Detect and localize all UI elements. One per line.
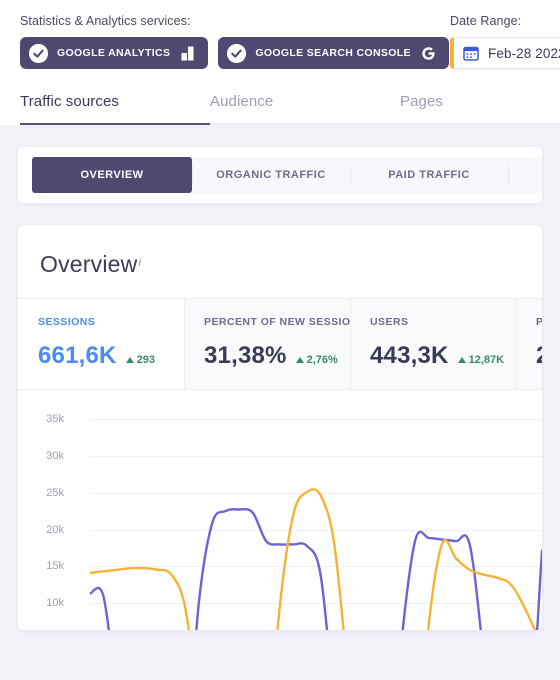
overview-section: Overviewi SESSIONS 661,6K 293 PERCENT OF… xyxy=(0,203,560,630)
page-title: Overview xyxy=(40,251,138,277)
date-range-value: Feb-28 2022 xyxy=(488,45,560,61)
subtab-referral-traffic[interactable]: REF xyxy=(508,157,542,193)
trend-up-icon xyxy=(457,357,466,363)
kpi-value-row: 443,3K 12,87K xyxy=(370,342,516,370)
y-axis-tick-label: 30k xyxy=(46,449,64,462)
kpi-percent-of-new-sessions[interactable]: PERCENT OF NEW SESSIONS 31,38% 2,76% xyxy=(184,299,350,389)
kpi-strip: SESSIONS 661,6K 293 PERCENT OF NEW SESSI… xyxy=(18,298,542,390)
y-axis-tick-label: 25k xyxy=(46,486,64,499)
kpi-sessions[interactable]: SESSIONS 661,6K 293 xyxy=(18,299,184,389)
subtab-organic-traffic[interactable]: ORGANIC TRAFFIC xyxy=(192,157,350,193)
info-icon[interactable]: i xyxy=(138,257,140,269)
overview-card: Overviewi SESSIONS 661,6K 293 PERCENT OF… xyxy=(18,225,542,630)
tab-traffic-sources[interactable]: Traffic sources xyxy=(20,85,210,125)
kpi-value-row: 2 xyxy=(536,342,542,370)
kpi-value: 2 xyxy=(536,342,542,370)
kpi-value: 443,3K xyxy=(370,342,449,369)
traffic-chart: 35k 30k 25k 20k 15k 10k xyxy=(18,390,542,630)
google-g-icon xyxy=(420,45,437,62)
google-search-console-button[interactable]: GOOGLE SEARCH CONSOLE xyxy=(218,37,449,69)
calendar-icon xyxy=(463,45,479,61)
kpi-value-row: 661,6K 293 xyxy=(38,342,184,370)
google-analytics-button[interactable]: GOOGLE ANALYTICS xyxy=(20,37,209,69)
overview-header: Overviewi xyxy=(18,225,542,298)
kpi-value: 661,6K xyxy=(38,342,117,369)
google-analytics-label: GOOGLE ANALYTICS xyxy=(57,47,171,59)
date-range-block: Date Range: Feb-28 2022 xyxy=(450,14,560,69)
services-block: Statistics & Analytics services: GOOGLE … xyxy=(20,14,449,69)
y-axis-tick-label: 10k xyxy=(46,597,64,610)
tab-pages[interactable]: Pages xyxy=(400,85,560,125)
bar-chart-icon xyxy=(179,45,196,62)
google-search-console-label: GOOGLE SEARCH CONSOLE xyxy=(255,47,411,59)
main-tab-bar: Traffic sources Audience Pages C xyxy=(0,85,560,125)
date-range-caption: Date Range: xyxy=(450,14,522,28)
kpi-delta: 2,76% xyxy=(295,354,338,366)
trend-up-icon xyxy=(125,357,134,363)
y-axis-tick-label: 35k xyxy=(46,413,64,426)
kpi-value: 31,38% xyxy=(204,342,287,369)
kpi-label: SESSIONS xyxy=(38,316,96,328)
service-buttons: GOOGLE ANALYTICS GOOGLE SEARCH CONSOLE xyxy=(20,37,449,69)
top-bar: Statistics & Analytics services: GOOGLE … xyxy=(0,0,560,85)
tab-audience[interactable]: Audience xyxy=(210,85,400,125)
kpi-delta: 293 xyxy=(125,354,155,366)
kpi-delta-value: 293 xyxy=(136,354,155,366)
kpi-label: PERCENT OF NEW SESSIONS xyxy=(204,316,350,328)
subtab-section: OVERVIEW ORGANIC TRAFFIC PAID TRAFFIC RE… xyxy=(0,125,560,203)
y-axis-tick-label: 15k xyxy=(46,560,64,573)
subtab-overview[interactable]: OVERVIEW xyxy=(32,157,192,193)
chart-plot-area: 35k 30k 25k 20k 15k 10k xyxy=(46,408,542,618)
services-caption: Statistics & Analytics services: xyxy=(20,14,191,28)
check-icon xyxy=(29,43,48,63)
subtab-bar: OVERVIEW ORGANIC TRAFFIC PAID TRAFFIC RE… xyxy=(18,147,542,203)
kpi-label: PA xyxy=(536,316,542,328)
check-icon xyxy=(227,43,247,63)
kpi-delta: 12,87K xyxy=(457,354,505,366)
date-range-input[interactable]: Feb-28 2022 xyxy=(450,37,560,69)
trend-up-icon xyxy=(295,357,304,363)
kpi-delta-value: 2,76% xyxy=(306,354,338,366)
kpi-delta-value: 12,87K xyxy=(468,354,505,366)
kpi-value-row: 31,38% 2,76% xyxy=(204,342,350,370)
chart-lines xyxy=(90,408,542,630)
kpi-users[interactable]: USERS 443,3K 12,87K xyxy=(350,299,516,389)
y-axis-tick-label: 20k xyxy=(46,523,64,536)
subtab-paid-traffic[interactable]: PAID TRAFFIC xyxy=(350,157,508,193)
kpi-partial-right[interactable]: PA 2 xyxy=(516,299,542,389)
kpi-label: USERS xyxy=(370,316,409,328)
